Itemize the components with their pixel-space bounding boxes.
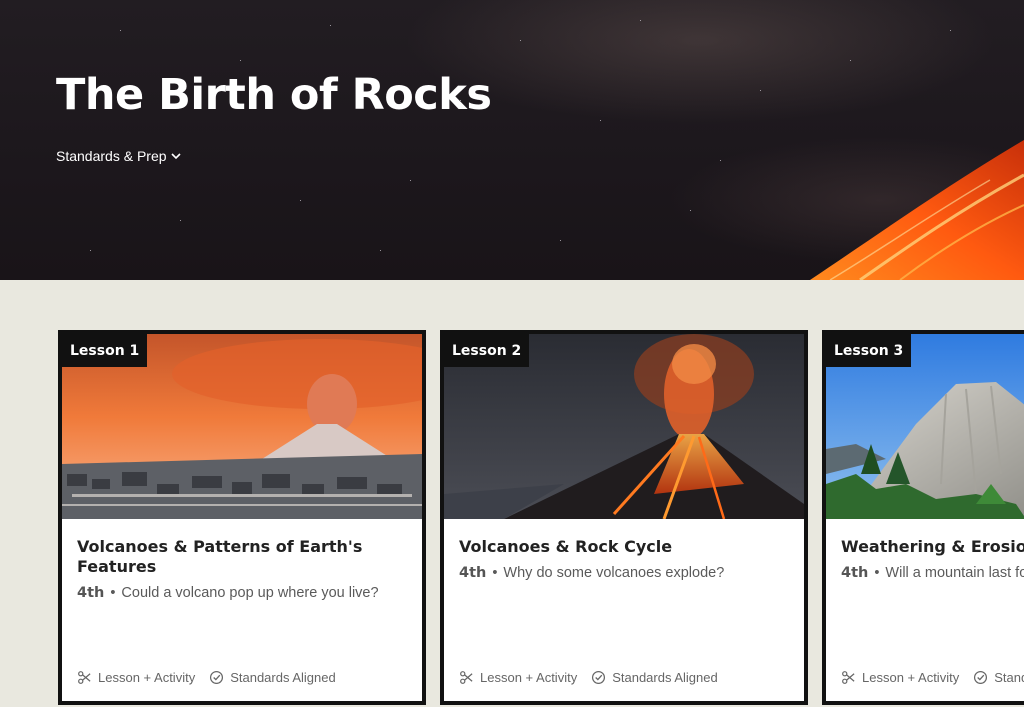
grade-level: 4th [77,585,105,601]
page-title: The Birth of Rocks [56,70,492,120]
lesson-subtitle: 4th • Why do some volcanoes explode? [459,565,725,581]
lesson-title[interactable]: Weathering & Erosion [841,537,1024,557]
standards-prep-dropdown[interactable]: Standards & Prep [56,148,181,164]
lesson-activity-feature: Lesson + Activity [841,670,959,685]
hero-banner: The Birth of Rocks Standards & Prep [0,0,1024,280]
grade-level: 4th [459,565,487,581]
lesson-card[interactable]: Lesson 2 Volcanoes & Rock Cycle 4th • Why … [440,330,808,705]
lesson-activity-feature: Lesson + Activity [77,670,195,685]
lesson-question: Why do some volcanoes explode? [503,565,725,581]
lesson-activity-feature: Lesson + Activity [459,670,577,685]
lesson-number-tag: Lesson 3 [826,334,912,367]
lesson-image-erupting-volcano: Lesson 2 [444,334,804,519]
lesson-activity-label: Lesson + Activity [862,670,960,685]
lesson-image-volcano-city: Lesson 1 [62,334,422,519]
lesson-features: Lesson + Activity Standards Aligned [77,670,336,685]
lesson-activity-label: Lesson + Activity [98,670,196,685]
lesson-activity-label: Lesson + Activity [480,670,578,685]
scissors-icon [842,671,855,684]
scissors-icon [460,671,473,684]
grade-level: 4th [841,565,869,581]
lesson-question: Could a volcano pop up where you live? [121,585,379,601]
check-circle-icon [592,670,606,685]
lesson-image-granite-mountain: Lesson 3 [826,334,1024,519]
lava-flow-image [810,140,1024,280]
check-circle-icon [974,670,988,685]
lesson-title[interactable]: Volcanoes & Rock Cycle [459,537,789,557]
lesson-number-tag: Lesson 1 [62,334,148,367]
lesson-subtitle: 4th • Could a volcano pop up where you liv… [77,585,379,601]
lesson-features: Lesson + Activity Standards Aligned [459,670,718,685]
lesson-title[interactable]: Volcanoes & Patterns of Earth's Features [77,537,407,577]
scissors-icon [78,671,91,684]
standards-aligned-feature: Standards Aligned [973,670,1024,685]
lesson-number-tag: Lesson 2 [444,334,530,367]
chevron-down-icon [170,153,181,160]
check-circle-icon [210,670,224,685]
standards-prep-label: Standards & Prep [56,148,167,164]
lesson-features: Lesson + Activity Standards Aligned [841,670,1024,685]
lesson-cards: Lesson 1 Volcanoes & Patterns of Earth's… [0,330,1024,707]
standards-aligned-feature: Standards Aligned [209,670,336,685]
standards-aligned-label: Standards Aligned [994,670,1024,685]
lesson-card[interactable]: Lesson 3 Weathering & Erosion 4th • Will a… [822,330,1024,705]
lesson-card[interactable]: Lesson 1 Volcanoes & Patterns of Earth's… [58,330,426,705]
standards-aligned-feature: Standards Aligned [591,670,718,685]
lesson-question: Will a mountain last forever? [885,565,1024,581]
standards-aligned-label: Standards Aligned [612,670,718,685]
standards-aligned-label: Standards Aligned [230,670,336,685]
lesson-subtitle: 4th•Will a mountain last forever? [841,563,1024,583]
